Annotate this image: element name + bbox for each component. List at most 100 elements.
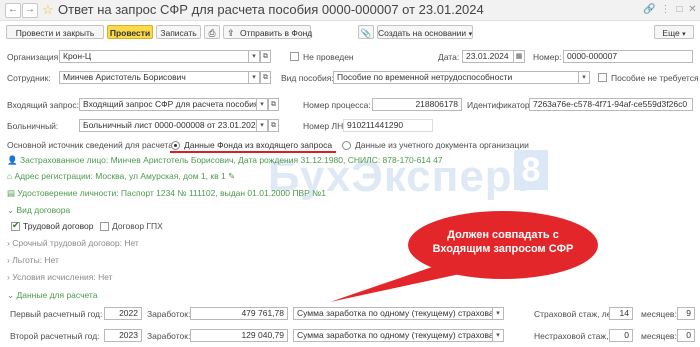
- second-year-field[interactable]: 2023: [104, 329, 142, 342]
- employee-label: Сотрудник:: [7, 73, 51, 83]
- first-year-field[interactable]: 2022: [104, 307, 142, 320]
- incoming-request-label: Входящий запрос:: [7, 100, 79, 110]
- second-year-label: Второй расчетный год:: [10, 331, 100, 341]
- send-to-fund-label: Отправить в Фонд: [240, 28, 313, 38]
- non-insurance-months-label: месяцев:: [641, 331, 677, 341]
- maximize-icon[interactable]: □: [674, 4, 685, 15]
- ln-number-field[interactable]: 910211441290: [343, 119, 433, 132]
- benefit-type-label: Вид пособия:: [281, 73, 334, 83]
- home-icon: ⌂: [7, 171, 13, 181]
- close-icon[interactable]: ✕: [687, 4, 698, 15]
- source-fund-underline: [170, 151, 336, 153]
- print-icon[interactable]: ⎙: [204, 25, 220, 39]
- forward-arrow-icon[interactable]: →: [22, 3, 38, 18]
- organization-label: Организация:: [7, 52, 61, 62]
- process-number-label: Номер процесса:: [303, 100, 371, 110]
- non-insurance-months-field[interactable]: 0: [677, 329, 695, 342]
- favorite-star-icon[interactable]: ☆: [42, 2, 54, 18]
- window-title: Ответ на запрос СФР для расчета пособия …: [58, 2, 484, 17]
- second-earnings-kind-select[interactable]: Сумма заработка по одному (текущему) стр…: [293, 329, 493, 342]
- identifier-label: Идентификатор:: [467, 100, 532, 110]
- calc-section-title: Данные для расчета: [16, 290, 98, 300]
- contract-section-toggle[interactable]: ⌄ Вид договора: [7, 204, 70, 216]
- calc-section-toggle[interactable]: ⌄ Данные для расчета: [7, 289, 97, 301]
- labor-contract-label: Трудовой договор: [23, 221, 94, 231]
- contract-section-title: Вид договора: [16, 205, 71, 215]
- expand-chevron-icon: ⌄: [7, 290, 15, 300]
- conditions-text: Условия исчисления: Нет: [12, 272, 113, 282]
- send-to-fund-button[interactable]: ⇪ Отправить в Фонд: [223, 25, 313, 39]
- collapse-chevron-icon: ›: [7, 272, 10, 282]
- more-chevron-icon: ▾: [682, 31, 686, 38]
- incoming-request-open-icon[interactable]: ⧉: [268, 98, 279, 111]
- menu-dots-icon[interactable]: ⋮: [660, 4, 671, 15]
- second-earnings-field[interactable]: 129 040,79: [190, 329, 288, 342]
- ln-number-label: Номер ЛН:: [303, 121, 346, 131]
- calendar-icon[interactable]: ▦: [514, 50, 525, 63]
- back-arrow-icon[interactable]: ←: [5, 3, 21, 18]
- expand-chevron-icon: ⌄: [7, 205, 15, 215]
- create-on-basis-button[interactable]: Создать на основании ▾: [377, 25, 473, 39]
- collapse-chevron-icon: ›: [7, 255, 10, 265]
- insurance-months-field[interactable]: 9: [677, 307, 695, 320]
- save-button[interactable]: Записать: [156, 25, 201, 39]
- insured-person-text: Застрахованное лицо: Минчев Аристотель Б…: [19, 155, 443, 165]
- benefit-type-field[interactable]: Пособие по временной нетрудоспособности: [333, 71, 579, 84]
- more-label: Еще: [662, 28, 680, 38]
- incoming-request-field[interactable]: Входящий запрос СФР для расчета пособия: [79, 98, 257, 111]
- organization-select-icon[interactable]: ▾: [249, 50, 260, 63]
- benefit-not-required-checkbox[interactable]: [598, 73, 607, 82]
- post-button[interactable]: Провести: [107, 25, 153, 39]
- date-field[interactable]: 23.01.2024: [462, 50, 514, 63]
- attachment-icon[interactable]: 📎: [358, 25, 374, 39]
- benefit-not-required-label: Пособие не требуется: [611, 73, 699, 83]
- link-icon[interactable]: 🔗: [643, 4, 655, 15]
- gph-contract-checkbox[interactable]: [100, 222, 109, 231]
- fixed-term-line[interactable]: › Срочный трудовой договор: Нет: [7, 237, 139, 249]
- edit-pencil-icon[interactable]: ✎: [228, 171, 235, 181]
- user-icon: 👤: [7, 155, 18, 165]
- benefit-type-select-icon[interactable]: ▾: [579, 71, 590, 84]
- post-and-close-button[interactable]: Провести и закрыть: [6, 25, 104, 39]
- more-button[interactable]: Еще ▾: [654, 25, 694, 39]
- send-icon: ⇪: [227, 28, 235, 38]
- source-label: Основной источник сведений для расчета:: [7, 140, 176, 150]
- chevron-down-icon: ▾: [468, 31, 473, 38]
- callout-text: Должен совпадать с Входящим запросом СФР: [432, 229, 574, 255]
- employee-select-icon[interactable]: ▾: [249, 71, 260, 84]
- second-earnings-label: Заработок:: [147, 331, 191, 341]
- incoming-request-select-icon[interactable]: ▾: [257, 98, 268, 111]
- create-on-basis-label: Создать на основании: [378, 28, 467, 38]
- sick-leave-select-icon[interactable]: ▾: [257, 119, 268, 132]
- address-text: Адрес регистрации: Москва, ул Амурская, …: [14, 171, 226, 181]
- employee-field[interactable]: Минчев Аристотель Борисович: [59, 71, 249, 84]
- labor-contract-checkbox[interactable]: [11, 220, 20, 231]
- sick-leave-open-icon[interactable]: ⧉: [268, 119, 279, 132]
- second-kind-chevron-icon[interactable]: ▾: [493, 329, 504, 342]
- source-fund-label: Данные Фонда из входящего запроса: [184, 140, 333, 150]
- organization-open-icon[interactable]: ⧉: [260, 50, 271, 63]
- not-posted-label: Не проведен: [303, 52, 354, 62]
- identity-link[interactable]: ▤ Удостоверение личности: Паспорт 1234 №…: [7, 187, 326, 199]
- gph-contract-label: Договор ГПХ: [112, 221, 163, 231]
- conditions-line[interactable]: › Условия исчисления: Нет: [7, 271, 113, 283]
- insured-person-link[interactable]: 👤 Застрахованное лицо: Минчев Аристотель…: [7, 154, 443, 166]
- number-label: Номер:: [533, 52, 562, 62]
- address-link[interactable]: ⌂ Адрес регистрации: Москва, ул Амурская…: [7, 170, 235, 182]
- employee-open-icon[interactable]: ⧉: [260, 71, 271, 84]
- watermark-digit: 8: [514, 150, 548, 190]
- first-earnings-label: Заработок:: [147, 309, 191, 319]
- date-label: Дата:: [438, 52, 460, 62]
- number-field[interactable]: 0000-000007: [563, 50, 693, 63]
- non-insurance-years-field[interactable]: 0: [609, 329, 633, 342]
- first-earnings-field[interactable]: 479 761,78: [190, 307, 288, 320]
- sick-leave-label: Больничный:: [7, 121, 59, 131]
- identifier-field[interactable]: 7263a76e-c578-4f71-94af-ce559d3f26c0: [529, 98, 693, 111]
- sick-leave-field[interactable]: Больничный лист 0000-000008 от 23.01.202…: [79, 119, 257, 132]
- source-org-radio[interactable]: [342, 141, 351, 150]
- organization-field[interactable]: Крон-Ц: [59, 50, 249, 63]
- not-posted-checkbox[interactable]: [290, 52, 299, 61]
- process-number-field[interactable]: 218806178: [372, 98, 462, 111]
- benefits-line[interactable]: › Льготы: Нет: [7, 254, 59, 266]
- source-fund-radio[interactable]: [171, 141, 180, 150]
